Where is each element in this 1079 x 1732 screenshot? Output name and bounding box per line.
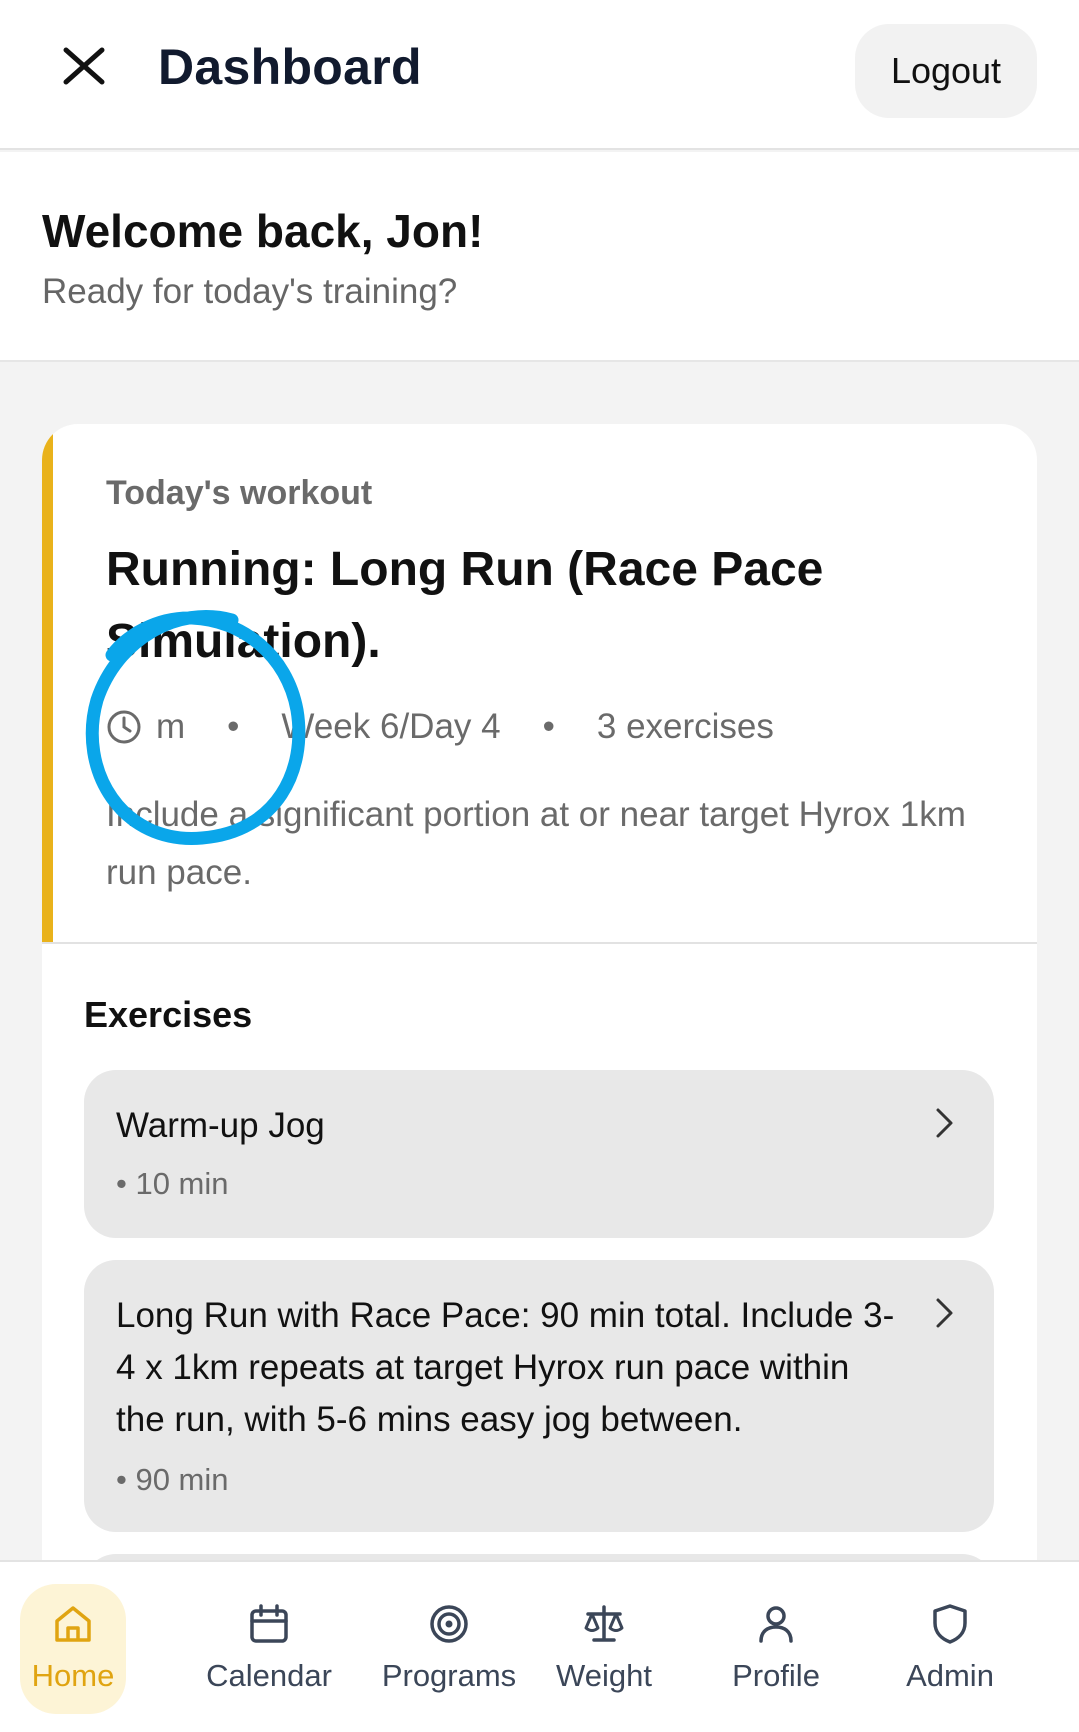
chevron-right-icon bbox=[936, 1108, 953, 1138]
workout-meta: m • Week 6/Day 4 • 3 exercises bbox=[106, 702, 774, 752]
logout-button[interactable]: Logout bbox=[855, 24, 1037, 118]
workout-description: Include a significant portion at or near… bbox=[106, 795, 966, 892]
nav-label: Profile bbox=[732, 1658, 820, 1693]
nav-item-weight[interactable]: Weight bbox=[534, 1584, 674, 1714]
clock-icon bbox=[107, 710, 141, 744]
user-icon bbox=[759, 1606, 793, 1643]
exercise-name: Warm-up Jog bbox=[116, 1106, 325, 1145]
dashboard-page: Dashboard Logout Welcome back, Jon! Read… bbox=[0, 0, 1079, 1732]
welcome-subtitle: Ready for today's training? bbox=[42, 272, 458, 311]
exercise-item[interactable]: Long Run with Race Pace: 90 min total. I… bbox=[84, 1260, 994, 1532]
nav-label: Calendar bbox=[206, 1658, 332, 1693]
exercise-duration: • 10 min bbox=[116, 1166, 229, 1201]
meta-separator: • bbox=[227, 707, 240, 746]
scale-icon bbox=[584, 1605, 624, 1642]
exercise-item[interactable]: Warm-up Jog • 10 min bbox=[84, 1070, 994, 1238]
bottom-navigation: Home Calendar Programs Weight Profile Ad… bbox=[0, 1560, 1079, 1732]
workout-label: Today's workout bbox=[106, 474, 373, 512]
page-title: Dashboard bbox=[158, 39, 422, 95]
workout-summary[interactable]: Today's workout Running: Long Run (Race … bbox=[42, 424, 1037, 942]
calendar-icon bbox=[250, 1604, 288, 1643]
workout-title: Running: Long Run (Race Pace Simulation)… bbox=[106, 543, 824, 668]
shield-icon bbox=[933, 1604, 967, 1644]
chevron-right-icon bbox=[936, 1298, 953, 1328]
meta-separator: • bbox=[542, 707, 555, 746]
exercise-name: Long Run with Race Pace: 90 min total. I… bbox=[116, 1296, 895, 1439]
app-header: Dashboard Logout bbox=[0, 0, 1079, 150]
nav-item-profile[interactable]: Profile bbox=[706, 1584, 846, 1714]
nav-label: Programs bbox=[381, 1658, 517, 1693]
exercise-duration: • 90 min bbox=[116, 1462, 229, 1497]
card-accent-bar bbox=[42, 424, 53, 942]
close-icon[interactable] bbox=[62, 46, 106, 86]
target-icon bbox=[430, 1605, 468, 1643]
home-icon bbox=[55, 1606, 91, 1642]
todays-workout-card: Today's workout Running: Long Run (Race … bbox=[42, 424, 1037, 1664]
nav-item-programs[interactable]: Programs bbox=[379, 1584, 519, 1714]
workout-duration: m bbox=[156, 707, 186, 746]
card-divider bbox=[42, 942, 1037, 944]
nav-item-admin[interactable]: Admin bbox=[880, 1584, 1020, 1714]
nav-label: Weight bbox=[556, 1658, 652, 1693]
exercises-heading: Exercises bbox=[84, 994, 253, 1035]
nav-label: Admin bbox=[906, 1658, 994, 1693]
workout-week-day: Week 6/Day 4 bbox=[281, 707, 501, 746]
welcome-title: Welcome back, Jon! bbox=[42, 205, 484, 257]
workout-exercise-count: 3 exercises bbox=[596, 707, 774, 746]
welcome-section: Welcome back, Jon! Ready for today's tra… bbox=[0, 152, 1079, 362]
nav-item-calendar[interactable]: Calendar bbox=[199, 1584, 339, 1714]
nav-item-home[interactable]: Home bbox=[20, 1584, 126, 1714]
nav-label: Home bbox=[31, 1658, 115, 1693]
